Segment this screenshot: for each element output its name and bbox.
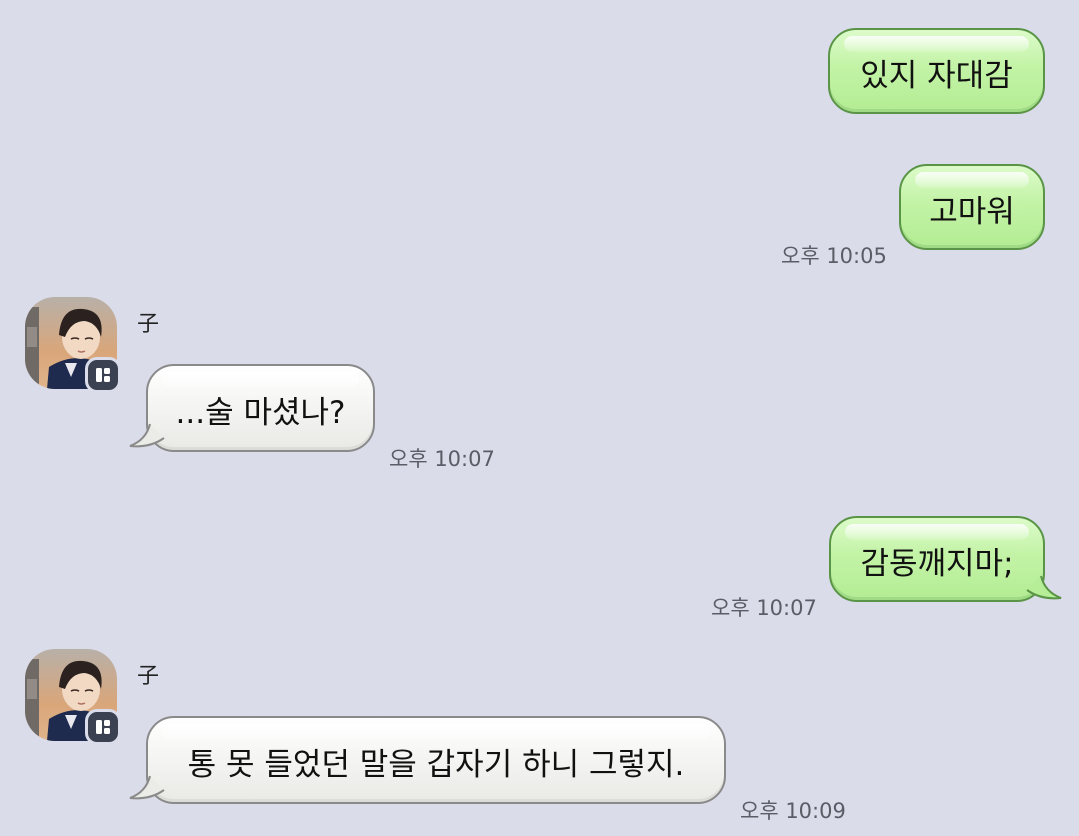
- message-text: 고마워: [929, 193, 1015, 230]
- outgoing-message-bubble[interactable]: 감동깨지마;: [829, 516, 1045, 602]
- sender-name: 子: [137, 312, 160, 337]
- incoming-message-bubble[interactable]: ...술 마셨나?: [146, 364, 375, 452]
- message-timestamp: 오후 10:05: [781, 244, 887, 268]
- message-timestamp: 오후 10:09: [740, 799, 846, 823]
- bubble-tail: [1026, 575, 1062, 600]
- outgoing-message-bubble[interactable]: 고마워: [899, 164, 1045, 250]
- app-badge-icon: [85, 709, 121, 745]
- sender-name: 子: [137, 664, 160, 689]
- bubble-tail: [129, 423, 165, 448]
- bubble-tail: [129, 775, 165, 800]
- message-timestamp: 오후 10:07: [389, 447, 495, 471]
- message-timestamp: 오후 10:07: [711, 596, 817, 620]
- message-text: ...술 마셨나?: [175, 394, 346, 431]
- incoming-message-bubble[interactable]: 통 못 들었던 말을 갑자기 하니 그렇지.: [146, 716, 726, 804]
- message-text: 통 못 들었던 말을 갑자기 하니 그렇지.: [187, 746, 685, 783]
- outgoing-message-bubble[interactable]: 있지 자대감: [828, 28, 1045, 114]
- message-text: 있지 자대감: [860, 57, 1013, 94]
- sender-avatar[interactable]: [25, 649, 121, 745]
- sender-avatar[interactable]: [25, 297, 121, 393]
- app-badge-icon: [85, 357, 121, 393]
- chat-window: 있지 자대감 고마워 오후 10:05 子 ...술 마셨나? 오후 10:07…: [0, 0, 1079, 836]
- message-text: 감동깨지마;: [860, 545, 1014, 582]
